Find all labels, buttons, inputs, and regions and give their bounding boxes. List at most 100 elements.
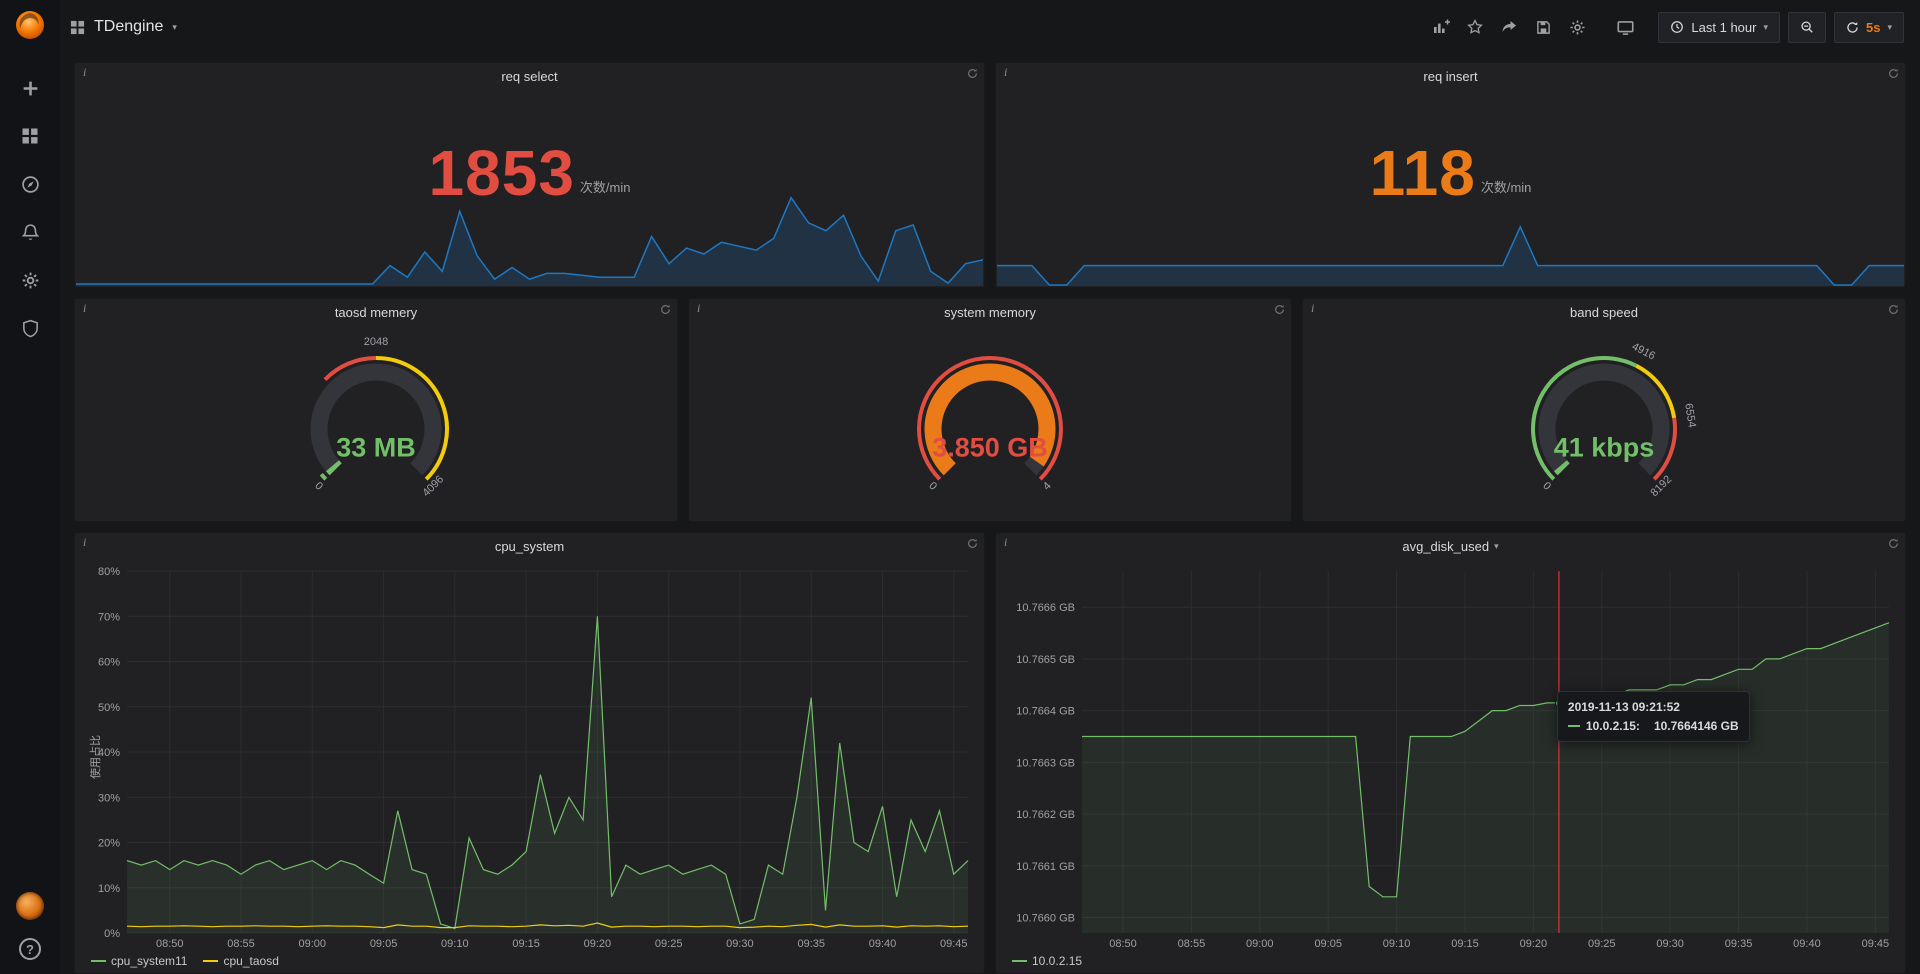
svg-text:09:20: 09:20 bbox=[584, 938, 612, 950]
svg-text:0%: 0% bbox=[104, 928, 120, 940]
system-memory-gauge[interactable]: 04 bbox=[689, 325, 1291, 521]
info-icon[interactable]: i bbox=[1305, 299, 1320, 318]
singlestat-value: 1853 次数/min bbox=[75, 89, 984, 259]
refresh-button[interactable]: 5s ▾ bbox=[1834, 12, 1904, 43]
info-icon[interactable]: i bbox=[998, 63, 1013, 82]
svg-text:20%: 20% bbox=[98, 838, 120, 850]
y-axis-label: 使用占比 bbox=[87, 735, 103, 779]
zoom-out-button[interactable] bbox=[1788, 12, 1826, 43]
tv-icon bbox=[1617, 19, 1634, 36]
legend-item[interactable]: cpu_taosd bbox=[203, 954, 278, 968]
grafana-logo[interactable] bbox=[13, 8, 47, 42]
svg-text:09:45: 09:45 bbox=[940, 938, 968, 950]
user-avatar[interactable] bbox=[16, 892, 44, 920]
star-dashboard-button[interactable] bbox=[1460, 12, 1490, 42]
panel-cpu-system: i cpu_system 使用占比 0%10%20%30%40%50%60%70… bbox=[74, 532, 985, 974]
svg-text:09:30: 09:30 bbox=[1656, 938, 1684, 950]
chevron-down-icon: ▾ bbox=[172, 23, 177, 32]
svg-text:10.7660 GB: 10.7660 GB bbox=[1016, 912, 1075, 924]
svg-text:09:15: 09:15 bbox=[1451, 938, 1479, 950]
svg-text:4096: 4096 bbox=[420, 473, 446, 499]
panel-title[interactable]: avg_disk_used ▾ bbox=[996, 533, 1905, 559]
gauge-value: 41 kbps bbox=[1303, 433, 1905, 464]
save-dashboard-button[interactable] bbox=[1528, 12, 1558, 42]
svg-text:4: 4 bbox=[1041, 479, 1054, 492]
dashboard-title-button[interactable]: TDengine ▾ bbox=[70, 18, 177, 36]
dashboard-settings-button[interactable] bbox=[1562, 12, 1592, 42]
svg-text:09:25: 09:25 bbox=[655, 938, 683, 950]
svg-text:10%: 10% bbox=[98, 883, 120, 895]
gear-icon bbox=[1569, 19, 1586, 36]
svg-text:09:15: 09:15 bbox=[512, 938, 540, 950]
dashboards-grid-icon bbox=[21, 127, 39, 145]
help-icon: ? bbox=[26, 942, 34, 957]
panel-title[interactable]: req select bbox=[75, 63, 984, 89]
time-picker-button[interactable]: Last 1 hour ▾ bbox=[1658, 12, 1780, 43]
series-color-dash bbox=[91, 960, 106, 962]
svg-text:08:50: 08:50 bbox=[1109, 938, 1137, 950]
bell-icon bbox=[22, 223, 39, 242]
panel-title[interactable]: taosd memery bbox=[75, 299, 677, 325]
info-icon[interactable]: i bbox=[691, 299, 706, 318]
sidebar-item-create[interactable] bbox=[18, 76, 42, 100]
singlestat-value: 118 次数/min bbox=[996, 89, 1905, 259]
sidebar-item-dashboards[interactable] bbox=[18, 124, 42, 148]
info-icon[interactable]: i bbox=[77, 299, 92, 318]
info-icon[interactable]: i bbox=[77, 63, 92, 82]
svg-text:6554: 6554 bbox=[1682, 402, 1698, 428]
legend-item[interactable]: cpu_system11 bbox=[91, 954, 187, 968]
add-panel-button[interactable] bbox=[1426, 12, 1456, 42]
sidebar-item-explore[interactable] bbox=[18, 172, 42, 196]
save-icon bbox=[1536, 20, 1551, 35]
cpu-system-chart[interactable]: 使用占比 0%10%20%30%40%50%60%70%80%08:5008:5… bbox=[81, 563, 976, 951]
zoom-out-icon bbox=[1800, 20, 1814, 34]
panel-refresh-icon bbox=[967, 68, 978, 79]
page-title: TDengine bbox=[94, 18, 163, 36]
chart-legend: 10.0.2.15 bbox=[1002, 951, 1897, 971]
sidebar-item-server-admin[interactable] bbox=[18, 316, 42, 340]
series-color-dash bbox=[1568, 725, 1580, 727]
legend-item[interactable]: 10.0.2.15 bbox=[1012, 954, 1082, 968]
gauge-value: 3.850 GB bbox=[689, 433, 1291, 464]
panel-req-select: i req select 1853 次数/min bbox=[74, 62, 985, 288]
sidebar-item-alerting[interactable] bbox=[18, 220, 42, 244]
band-speed-gauge[interactable]: 0491665548192 bbox=[1303, 325, 1905, 521]
panel-title[interactable]: system memory bbox=[689, 299, 1291, 325]
refresh-interval-label: 5s bbox=[1866, 20, 1880, 35]
panel-title[interactable]: band speed bbox=[1303, 299, 1905, 325]
series-color-dash bbox=[1012, 960, 1027, 962]
svg-text:10.7662 GB: 10.7662 GB bbox=[1016, 809, 1075, 821]
sidebar-bottom: ? bbox=[16, 892, 44, 960]
stat-value: 118 bbox=[1370, 145, 1476, 203]
svg-text:0: 0 bbox=[1540, 479, 1553, 492]
svg-text:09:35: 09:35 bbox=[1725, 938, 1753, 950]
gauge-value: 33 MB bbox=[75, 433, 677, 464]
tooltip-time: 2019-11-13 09:21:52 bbox=[1568, 700, 1739, 714]
svg-text:09:05: 09:05 bbox=[1314, 938, 1342, 950]
panel-title[interactable]: req insert bbox=[996, 63, 1905, 89]
main-area: TDengine ▾ bbox=[60, 0, 1920, 974]
sidebar-item-configuration[interactable] bbox=[18, 268, 42, 292]
share-dashboard-button[interactable] bbox=[1494, 12, 1524, 42]
sidebar-item-help[interactable]: ? bbox=[19, 938, 41, 960]
svg-text:09:40: 09:40 bbox=[1793, 938, 1821, 950]
panel-refresh-icon bbox=[967, 538, 978, 549]
add-panel-icon bbox=[1432, 19, 1450, 35]
svg-text:30%: 30% bbox=[98, 792, 120, 804]
taosd-memery-gauge[interactable]: 020484096 bbox=[75, 325, 677, 521]
panel-avg-disk-used: i avg_disk_used ▾ 2019-11-13 09:21:52 bbox=[995, 532, 1906, 974]
svg-text:08:55: 08:55 bbox=[227, 938, 255, 950]
gear-icon bbox=[21, 271, 40, 290]
avg-disk-used-chart[interactable]: 2019-11-13 09:21:52 10.0.2.15: 10.766414… bbox=[1002, 563, 1897, 951]
info-icon[interactable]: i bbox=[998, 533, 1013, 552]
compass-icon bbox=[21, 175, 40, 194]
cycle-view-button[interactable] bbox=[1610, 12, 1640, 42]
info-icon[interactable]: i bbox=[77, 533, 92, 552]
panel-title[interactable]: cpu_system bbox=[75, 533, 984, 559]
sidebar: ? bbox=[0, 0, 60, 974]
svg-text:09:35: 09:35 bbox=[797, 938, 825, 950]
svg-text:08:50: 08:50 bbox=[156, 938, 184, 950]
tooltip-series-value: 10.7664146 GB bbox=[1654, 719, 1739, 733]
share-icon bbox=[1501, 20, 1517, 34]
stat-unit: 次数/min bbox=[580, 177, 631, 196]
